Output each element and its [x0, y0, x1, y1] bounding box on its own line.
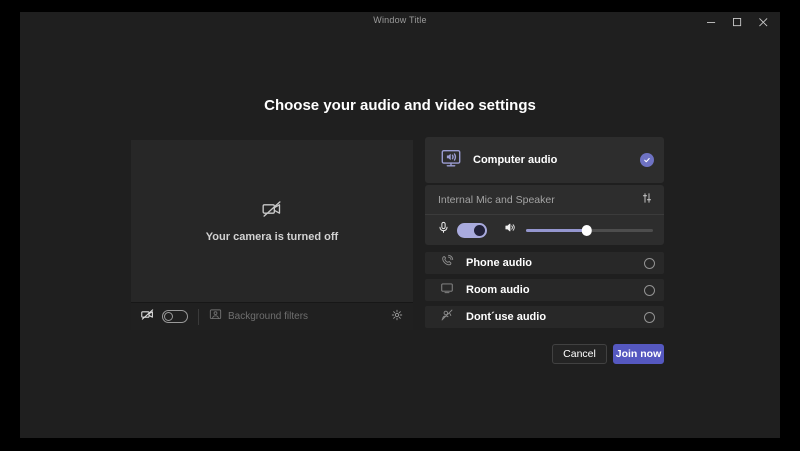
divider — [198, 308, 199, 325]
background-filters-button[interactable]: Background filters — [209, 308, 308, 326]
option-label: Dont´use audio — [466, 311, 547, 323]
camera-off-icon — [141, 308, 154, 326]
no-audio-icon — [440, 308, 454, 327]
option-dont-use-audio[interactable]: Dont´use audio — [425, 306, 664, 328]
close-icon — [758, 17, 768, 27]
join-now-button[interactable]: Join now — [613, 344, 664, 364]
prejoin-window: Window Title Choose your audio and video… — [20, 12, 780, 438]
close-button[interactable] — [750, 12, 776, 32]
audio-options-panel: Computer audio Internal Mic and Speaker — [425, 137, 664, 328]
footer-actions: Cancel Join now — [552, 344, 664, 364]
title-bar: Window Title — [20, 12, 780, 34]
background-filters-label: Background filters — [228, 311, 309, 322]
volume-knob[interactable] — [581, 225, 593, 236]
camera-status-text: Your camera is turned off — [205, 231, 339, 243]
background-filters-icon — [209, 308, 222, 326]
selected-check-icon — [640, 153, 654, 167]
camera-preview: Your camera is turned off — [131, 140, 413, 302]
sliders-icon[interactable] — [641, 191, 653, 209]
window-title: Window Title — [373, 15, 427, 25]
device-name: Internal Mic and Speaker — [438, 193, 555, 206]
camera-toggle-knob — [164, 312, 173, 321]
mic-volume-row — [425, 215, 664, 245]
radio-unselected-icon — [644, 257, 655, 269]
cancel-button[interactable]: Cancel — [552, 344, 607, 364]
mic-icon — [437, 221, 450, 239]
room-audio-icon — [440, 281, 454, 300]
computer-audio-icon — [440, 147, 462, 174]
maximize-icon — [732, 17, 742, 27]
option-room-audio[interactable]: Room audio — [425, 279, 664, 301]
device-settings-card: Internal Mic and Speaker — [425, 185, 664, 245]
radio-unselected-icon — [644, 311, 655, 323]
minimize-icon — [706, 18, 716, 27]
option-label: Computer audio — [473, 154, 558, 166]
page-title: Choose your audio and video settings — [264, 97, 536, 114]
option-computer-audio[interactable]: Computer audio — [425, 137, 664, 183]
gear-icon[interactable] — [391, 308, 403, 326]
camera-toggle[interactable] — [162, 310, 188, 323]
mic-toggle-knob — [474, 224, 485, 236]
camera-panel: Your camera is turned off Background fil… — [131, 140, 413, 330]
phone-audio-icon — [440, 254, 454, 273]
option-label: Room audio — [466, 284, 530, 296]
radio-unselected-icon — [644, 284, 655, 296]
volume-fill — [526, 229, 587, 232]
maximize-button[interactable] — [724, 12, 750, 32]
speaker-icon — [504, 221, 517, 239]
camera-off-icon — [262, 199, 282, 224]
option-label: Phone audio — [466, 257, 532, 269]
window-controls — [698, 12, 776, 32]
mic-toggle[interactable] — [457, 222, 487, 238]
volume-slider[interactable] — [526, 224, 653, 236]
minimize-button[interactable] — [698, 12, 724, 32]
camera-controls-bar: Background filters — [131, 302, 413, 330]
device-row: Internal Mic and Speaker — [425, 185, 664, 214]
option-phone-audio[interactable]: Phone audio — [425, 252, 664, 274]
